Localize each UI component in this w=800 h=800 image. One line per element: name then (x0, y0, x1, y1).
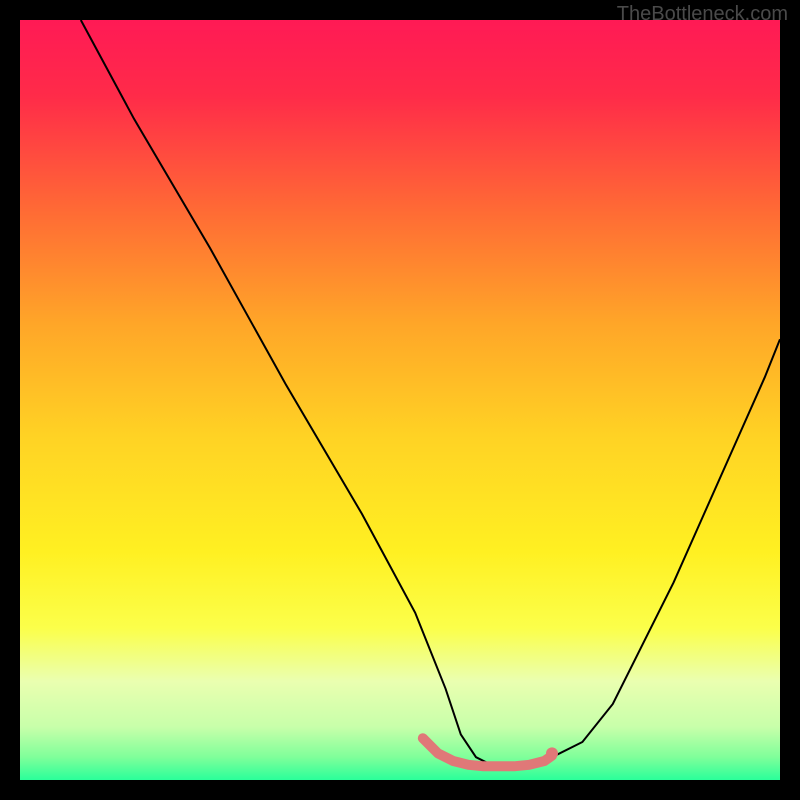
chart-container (20, 20, 780, 780)
bottleneck-chart (20, 20, 780, 780)
chart-background (20, 20, 780, 780)
watermark-text: TheBottleneck.com (617, 3, 788, 26)
dot-right (546, 747, 558, 759)
